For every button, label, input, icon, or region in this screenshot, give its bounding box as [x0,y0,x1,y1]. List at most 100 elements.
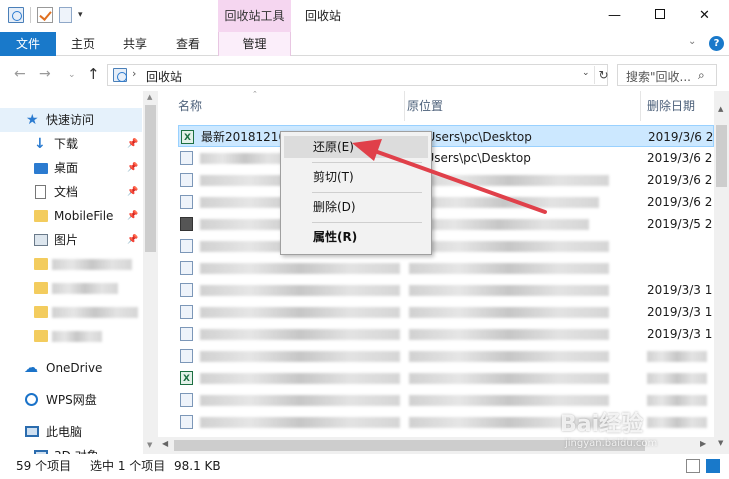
tab-home[interactable]: 主页 [60,32,106,56]
scroll-thumb[interactable] [145,105,156,252]
pin-icon[interactable]: 📌 [127,228,138,252]
menu-item-properties[interactable]: 属性(R) [284,226,428,248]
table-row[interactable] [178,345,714,367]
date-deleted: 2019/3/3 1 [647,327,713,341]
watermark: Bai经验 jingyan.baidu.com [560,406,700,456]
table-row[interactable] [178,235,714,257]
pin-icon[interactable]: 📌 [127,132,138,156]
menu-item-delete[interactable]: 删除(D) [284,196,428,218]
redacted-name [200,417,400,428]
recent-locations-icon[interactable]: ⌄ [68,70,76,80]
tab-file[interactable]: 文件 [0,32,56,56]
table-row[interactable]: 2019/3/3 1 [178,279,714,301]
scroll-down-icon[interactable]: ▼ [147,441,152,449]
sidebar-item-redacted[interactable] [0,276,142,300]
address-path[interactable]: 回收站 [146,68,182,85]
sidebar-item-downloads[interactable]: ↓ 下载 📌 [0,132,142,156]
address-input[interactable]: › 回收站 ⌄ ↻ [107,64,609,86]
address-dropdown-icon[interactable]: ⌄ [582,68,590,78]
tab-share[interactable]: 共享 [112,32,158,56]
navigation-bar: ← → ⌄ ↑ › 回收站 ⌄ ↻ 搜索"回收... ⌕ [0,57,729,91]
table-row[interactable]: C:\Users\pc\Desktop 2019/3/6 2 [178,147,714,169]
search-input[interactable]: 搜索"回收... ⌕ [617,64,717,86]
toolbar-separator [30,7,31,23]
chevron-right-icon[interactable]: › [132,67,136,80]
column-header-name[interactable]: 名称 [158,91,405,121]
column-header-date-deleted[interactable]: 删除日期 [641,91,714,121]
scroll-down-icon[interactable]: ▼ [718,439,723,447]
table-row[interactable]: 最新20181210 C:\Users\pc\Desktop 2019/3/6 … [178,125,714,149]
close-button[interactable]: ✕ [682,0,727,32]
watermark-logo: Bai经验 [560,412,644,437]
scroll-thumb[interactable] [716,125,727,187]
table-row[interactable]: 2019/3/3 1 [178,323,714,345]
search-placeholder: 搜索"回收... [626,70,691,84]
table-row[interactable]: 2019/3/5 2 [178,213,714,235]
sidebar-item-redacted[interactable] [0,324,142,348]
scroll-left-icon[interactable]: ◀ [162,439,168,448]
menu-separator [312,192,422,193]
status-item-count: 59 个项目 [16,459,72,473]
up-button[interactable]: ↑ [87,65,100,83]
sidebar-item-this-pc[interactable]: 此电脑 [0,420,142,444]
qat-dropdown-icon[interactable]: ▾ [78,10,83,20]
excel-file-icon [181,127,194,149]
star-icon: ★ [26,112,39,128]
pin-icon[interactable]: 📌 [127,204,138,228]
sidebar-item-onedrive[interactable]: ☁ OneDrive [0,356,142,380]
sidebar-item-pictures[interactable]: 图片 📌 [0,228,142,252]
properties-check-icon[interactable] [37,7,53,23]
date-deleted: 2019/3/3 1 [647,305,713,319]
search-icon[interactable]: ⌕ [698,68,705,83]
redacted-location [409,329,609,340]
forward-button[interactable]: → [39,66,51,82]
redacted-date [647,373,707,384]
table-row[interactable]: 2019/3/6 2 [178,169,714,191]
scroll-up-icon[interactable]: ▲ [718,105,723,113]
file-list-vertical-scrollbar[interactable]: ▲ ▼ [714,91,729,454]
sidebar-item-quick-access[interactable]: ★ 快速访问 [0,108,142,132]
redacted-location [409,373,609,384]
table-row[interactable] [178,257,714,279]
table-row[interactable] [178,367,714,390]
status-bar: 59 个项目 选中 1 个项目 98.1 KB [0,454,729,479]
sidebar-item-label: 下载 [54,137,79,151]
sidebar-item-redacted[interactable] [0,300,142,324]
table-row[interactable]: 2019/3/3 1 [178,301,714,323]
scroll-right-icon[interactable]: ▶ [700,439,706,448]
minimize-button[interactable]: — [592,0,637,32]
tab-manage[interactable]: 管理 [218,32,291,56]
file-list: ⌃ 名称 原位置 删除日期 最新20181210 C:\Users\pc\Des… [158,91,729,454]
sidebar-item-3d-objects[interactable]: 3D 对象 [0,444,142,454]
pin-icon[interactable]: 📌 [127,180,138,204]
sidebar-scrollbar[interactable]: ▲ ▼ [143,91,158,454]
back-button[interactable]: ← [14,66,26,82]
tab-view[interactable]: 查看 [165,32,211,56]
refresh-button[interactable]: ↻ [594,66,612,84]
menu-item-cut[interactable]: 剪切(T) [284,166,428,188]
sidebar-item-redacted[interactable] [0,252,142,276]
date-deleted: 2019/3/3 1 [647,283,713,297]
redacted-name [200,153,290,164]
scroll-up-icon[interactable]: ▲ [147,93,152,101]
sidebar-item-documents[interactable]: 文档 📌 [0,180,142,204]
maximize-button[interactable] [637,0,682,32]
table-row[interactable]: 2019/3/6 2 [178,191,714,213]
sidebar-item-mobilefile[interactable]: MobileFile 📌 [0,204,142,228]
sidebar-item-desktop[interactable]: 桌面 📌 [0,156,142,180]
large-icons-view-icon[interactable] [706,459,720,473]
pin-icon[interactable]: 📌 [127,156,138,180]
sidebar-item-wps[interactable]: WPS网盘 [0,388,142,412]
new-page-icon[interactable] [59,7,72,23]
sidebar-item-label: 图片 [54,233,79,247]
folder-icon [34,210,48,222]
watermark-url: jingyan.baidu.com [565,438,658,449]
column-header-original-location[interactable]: 原位置 [405,91,641,121]
folder-icon [34,330,48,342]
menu-item-restore[interactable]: 还原(E) [284,136,428,158]
date-deleted: 2019/3/6 2 [647,195,713,209]
date-deleted: 2019/3/5 2 [647,217,713,231]
ribbon-expand-icon[interactable]: ⌄ [688,36,696,47]
details-view-icon[interactable] [686,459,700,473]
help-icon[interactable]: ? [709,36,724,51]
